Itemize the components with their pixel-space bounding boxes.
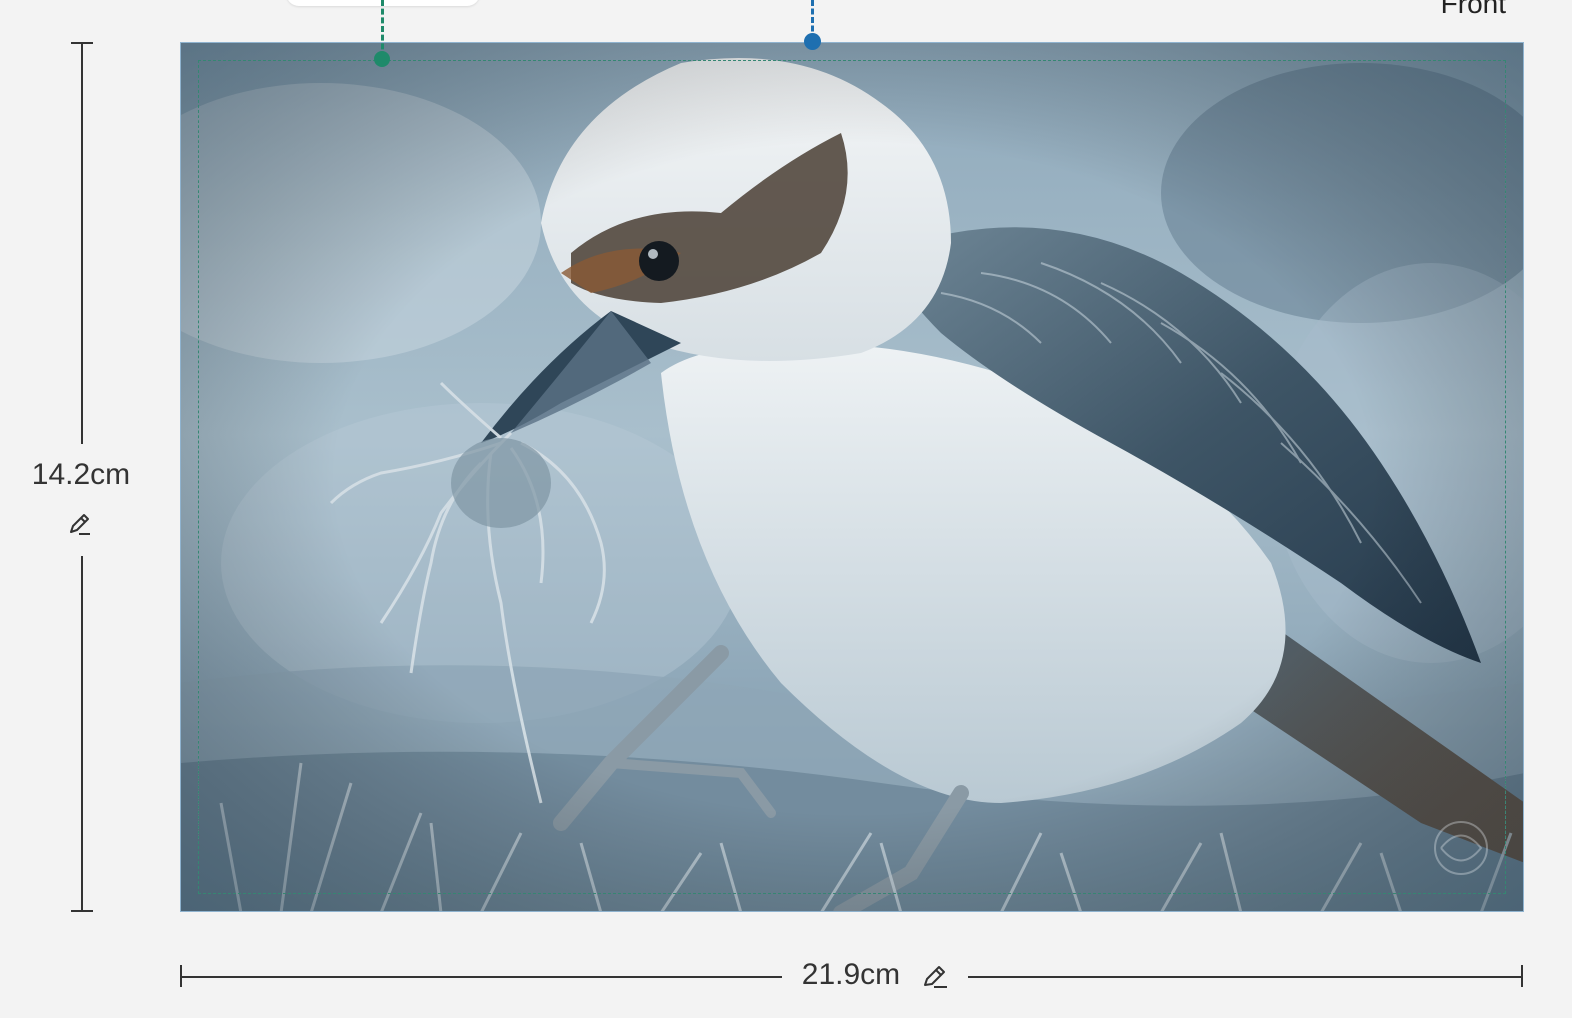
width-dimension-line-left <box>180 976 782 978</box>
trim-callout-marker[interactable] <box>804 33 821 50</box>
height-dimension-line-top <box>81 42 83 444</box>
height-dimension-line-bottom <box>81 556 83 910</box>
bleed-callout-leader <box>381 0 384 58</box>
width-dimension-right-cap <box>1521 965 1523 987</box>
bottom-panel-edge <box>0 1018 1572 1024</box>
photo-canvas[interactable] <box>180 42 1524 912</box>
photo-image <box>181 43 1523 911</box>
height-edit-pencil-icon[interactable] <box>66 510 94 538</box>
width-edit-pencil-icon[interactable] <box>920 961 950 991</box>
width-dimension-line-right <box>968 976 1522 978</box>
side-label-front[interactable]: Front <box>1441 0 1506 18</box>
height-dimension-bottom-cap <box>71 910 93 912</box>
bleed-callout-marker[interactable] <box>374 51 390 67</box>
width-dimension-label[interactable]: 21.9cm <box>788 958 914 992</box>
height-dimension-label[interactable]: 14.2cm <box>0 458 162 492</box>
